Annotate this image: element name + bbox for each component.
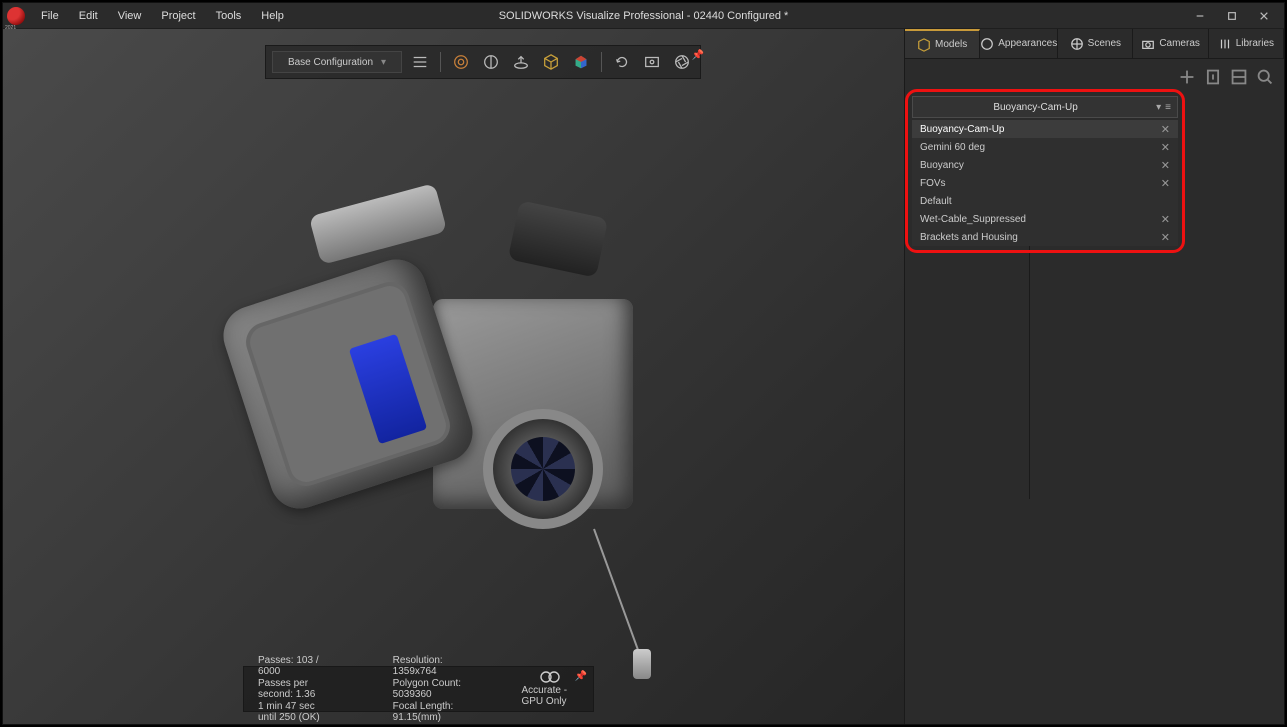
- modelset-item[interactable]: FOVs ✕: [912, 174, 1178, 192]
- configuration-menu-icon[interactable]: [408, 50, 432, 74]
- tab-scenes[interactable]: Scenes: [1058, 29, 1133, 58]
- modelset-item[interactable]: Gemini 60 deg ✕: [912, 138, 1178, 156]
- library-icon: [1218, 37, 1232, 51]
- modelset-item-label: Gemini 60 deg: [920, 142, 985, 153]
- tab-libraries[interactable]: Libraries: [1209, 29, 1284, 58]
- minimize-button[interactable]: [1184, 4, 1216, 28]
- gpu-icon: [540, 671, 560, 683]
- close-icon[interactable]: ✕: [1161, 123, 1170, 136]
- menubar: File Edit View Project Tools Help: [31, 6, 294, 26]
- camera-icon: [1141, 37, 1155, 51]
- menu-file[interactable]: File: [31, 6, 69, 26]
- render-output-icon[interactable]: [640, 50, 664, 74]
- tab-appearances[interactable]: Appearances: [980, 29, 1058, 58]
- configuration-label: Base Configuration: [288, 57, 373, 68]
- render-statusbar: Passes: 103 / 6000 Passes per second: 1.…: [243, 666, 594, 712]
- color-cube-icon[interactable]: [569, 50, 593, 74]
- close-icon[interactable]: ✕: [1161, 231, 1170, 244]
- menu-edit[interactable]: Edit: [69, 6, 108, 26]
- model-render-placeholder: [213, 189, 693, 589]
- close-icon[interactable]: ✕: [1161, 159, 1170, 172]
- panel-body: Buoyancy-Cam-Up ▾ ≡ Buoyancy-Cam-Up ✕ Ge…: [905, 59, 1284, 724]
- refresh-icon[interactable]: [610, 50, 634, 74]
- modelset-item-label: FOVs: [920, 178, 946, 189]
- chevron-down-icon: ▾: [381, 57, 386, 68]
- tab-models-label: Models: [935, 39, 967, 50]
- status-focal: Focal Length: 91.15(mm): [393, 701, 462, 723]
- window-title: SOLIDWORKS Visualize Professional - 0244…: [499, 10, 789, 22]
- menu-view[interactable]: View: [108, 6, 152, 26]
- globe-icon: [1070, 37, 1084, 51]
- sphere-icon: [980, 37, 994, 51]
- render-mode-icon[interactable]: [449, 50, 473, 74]
- close-icon[interactable]: ✕: [1161, 177, 1170, 190]
- turntable-icon[interactable]: [509, 50, 533, 74]
- modelset-highlight: Buoyancy-Cam-Up ▾ ≡ Buoyancy-Cam-Up ✕ Ge…: [905, 89, 1185, 253]
- statusbar-pin-icon[interactable]: 📌: [575, 671, 587, 682]
- modelset-selected-label: Buoyancy-Cam-Up: [919, 102, 1152, 113]
- tab-libraries-label: Libraries: [1236, 38, 1274, 49]
- menu-tools[interactable]: Tools: [206, 6, 252, 26]
- panel-tabs: Models Appearances Scenes Cameras Librar…: [905, 29, 1284, 59]
- configuration-dropdown[interactable]: Base Configuration ▾: [272, 51, 402, 73]
- list-icon[interactable]: ≡: [1165, 102, 1171, 113]
- viewport[interactable]: Base Configuration ▾: [3, 29, 904, 724]
- status-eta: 1 min 47 sec until 250 (OK): [258, 701, 333, 723]
- tab-models[interactable]: Models: [905, 29, 980, 58]
- preview-cube-icon[interactable]: [539, 50, 563, 74]
- status-polys: Polygon Count: 5039360: [393, 678, 462, 700]
- status-resolution: Resolution: 1359x764: [393, 655, 462, 677]
- status-pps: Passes per second: 1.36: [258, 678, 333, 700]
- tab-appearances-label: Appearances: [998, 38, 1057, 49]
- titlebar: File Edit View Project Tools Help SOLIDW…: [3, 3, 1284, 29]
- app-logo-icon: [7, 7, 25, 25]
- tab-scenes-label: Scenes: [1088, 38, 1121, 49]
- modelset-item[interactable]: Buoyancy-Cam-Up ✕: [912, 120, 1178, 138]
- tab-cameras-label: Cameras: [1159, 38, 1200, 49]
- window-controls: [1184, 4, 1280, 28]
- modelset-list: Buoyancy-Cam-Up ✕ Gemini 60 deg ✕ Buoyan…: [912, 120, 1178, 246]
- modelset-item-label: Wet-Cable_Suppressed: [920, 214, 1026, 225]
- viewport-toolbar: Base Configuration ▾: [263, 43, 703, 81]
- app-window: File Edit View Project Tools Help SOLIDW…: [2, 2, 1285, 725]
- maximize-button[interactable]: [1216, 4, 1248, 28]
- cube-icon: [917, 38, 931, 52]
- tab-cameras[interactable]: Cameras: [1133, 29, 1208, 58]
- close-icon[interactable]: ✕: [1161, 141, 1170, 154]
- modelset-item[interactable]: Wet-Cable_Suppressed ✕: [912, 210, 1178, 228]
- modelset-dropdown[interactable]: Buoyancy-Cam-Up ▾ ≡: [912, 96, 1178, 118]
- aperture-icon[interactable]: [670, 50, 694, 74]
- selection-mode-icon[interactable]: [479, 50, 503, 74]
- menu-help[interactable]: Help: [251, 6, 294, 26]
- chevron-down-icon: ▾: [1156, 102, 1161, 113]
- menu-project[interactable]: Project: [151, 6, 205, 26]
- modelset-item[interactable]: Brackets and Housing ✕: [912, 228, 1178, 246]
- modelset-item[interactable]: Buoyancy ✕: [912, 156, 1178, 174]
- status-passes: Passes: 103 / 6000: [258, 655, 333, 677]
- modelset-item[interactable]: Default ✕: [912, 192, 1178, 210]
- close-button[interactable]: [1248, 4, 1280, 28]
- modelset-item-label: Default: [920, 196, 952, 207]
- modelset-item-label: Brackets and Housing: [920, 232, 1018, 243]
- status-render-mode[interactable]: Accurate - GPU Only: [521, 685, 579, 707]
- modelset-item-label: Buoyancy-Cam-Up: [920, 124, 1004, 135]
- pin-icon[interactable]: 📌: [692, 50, 704, 61]
- right-panel: Models Appearances Scenes Cameras Librar…: [904, 29, 1284, 724]
- modelset-item-label: Buoyancy: [920, 160, 964, 171]
- content-area: Base Configuration ▾: [3, 29, 1284, 724]
- close-icon[interactable]: ✕: [1161, 213, 1170, 226]
